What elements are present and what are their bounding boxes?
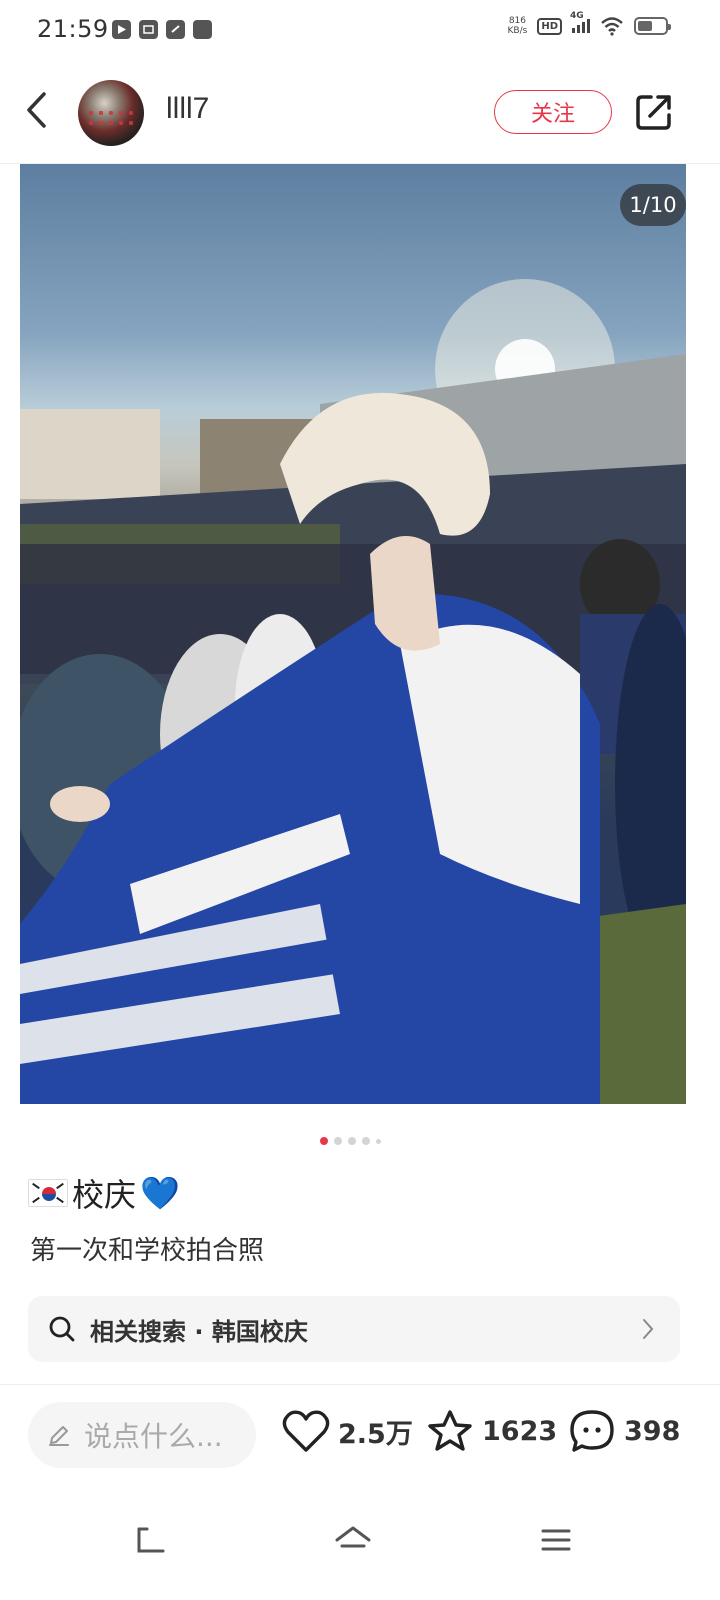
divider [0,1384,720,1385]
signal-icon: 4G [570,11,590,33]
post-body: 第一次和学校拍合照 [30,1236,265,1266]
korea-flag-icon [28,1179,68,1207]
menu-icon [541,1529,571,1551]
status-right: 816 KB/s HD 4G [507,11,671,36]
like-count: 2.5万 [338,1418,413,1450]
comment-button[interactable]: 398 [568,1408,680,1454]
post-title-text: 校庆 [72,1176,137,1214]
carousel-dot-active [320,1137,328,1145]
system-nav-bar [0,1490,720,1600]
carousel-dot [362,1137,370,1145]
chevron-left-icon [27,92,46,128]
related-search-label: 相关搜索 · 韩国校庆 [90,1317,308,1346]
chevron-right-icon [643,1319,654,1339]
nav-menu-button[interactable] [526,1510,586,1570]
carousel-dot [334,1137,342,1145]
post-photo[interactable]: 1/10 [20,164,686,1104]
avatar[interactable] [78,80,144,146]
carousel-dot [376,1138,381,1144]
square-notification-icon [193,20,212,39]
home-icon [335,1526,371,1548]
share-button[interactable] [634,92,674,132]
comment-placeholder: 说点什么... [84,1420,223,1453]
battery-icon [634,17,671,35]
carousel-dot [348,1137,356,1145]
follow-button[interactable]: 关注 [494,90,612,134]
blue-heart-icon: 💙 [140,1174,180,1212]
link-notification-icon [166,20,185,39]
nav-home-button[interactable] [323,1510,383,1570]
hd-icon: HD [537,17,562,35]
back-button[interactable] [24,90,54,130]
heart-icon [282,1410,330,1452]
like-button[interactable]: 2.5万 [282,1408,413,1454]
app-notification-icon [112,20,131,39]
photo-counter: 1/10 [620,184,686,226]
username[interactable]: llll7 [166,92,209,126]
comment-count: 398 [624,1415,681,1447]
status-time: 21:59 [37,15,109,43]
photo-illustration [20,279,686,1104]
status-bar: 21:59 816 KB/s HD 4G [0,0,720,62]
favorite-count: 1623 [482,1415,558,1447]
related-search[interactable]: 相关搜索 · 韩国校庆 [28,1296,680,1362]
pencil-icon [49,1426,69,1446]
carousel-dots [320,1137,381,1145]
star-icon [428,1410,472,1451]
notification-icons [112,20,212,39]
comment-input[interactable]: 说点什么... [28,1402,256,1468]
post-title: 校庆 💙 [28,1170,180,1216]
net-speed: 816 KB/s [507,16,528,36]
favorite-button[interactable]: 1623 [426,1408,557,1454]
nav-back-button[interactable] [120,1510,180,1570]
nav-back-icon [137,1527,165,1553]
post-header: llll7 关注 [0,62,720,164]
search-icon [49,1316,75,1342]
message-notification-icon [139,20,158,39]
comment-bubble-icon [570,1410,614,1452]
share-icon [636,95,671,130]
wifi-icon [601,17,623,36]
